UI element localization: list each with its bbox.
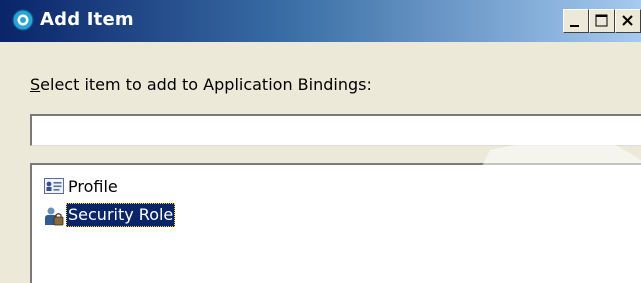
filter-input[interactable] <box>30 114 641 146</box>
eclipse-app-icon <box>12 9 34 31</box>
title-bar[interactable]: Add Item <box>0 0 641 42</box>
security-role-icon <box>45 207 64 226</box>
item-label: Security Role <box>66 203 176 227</box>
add-item-dialog: Add Item Select item to add to Applicati… <box>0 0 641 283</box>
minimize-icon <box>570 25 579 27</box>
close-button[interactable] <box>615 9 641 33</box>
maximize-icon <box>595 14 608 27</box>
prompt-text: elect item to add to Application Binding… <box>40 75 372 94</box>
prompt-mnemonic: S <box>30 75 41 94</box>
window-title: Add Item <box>40 9 134 30</box>
maximize-button[interactable] <box>589 9 615 33</box>
item-label: Profile <box>68 177 118 196</box>
item-list[interactable]: Profile Security Role <box>30 163 641 283</box>
close-icon <box>622 15 633 26</box>
prompt-label: Select item to add to Application Bindin… <box>30 74 372 96</box>
profile-card-icon <box>44 178 64 194</box>
minimize-button[interactable] <box>563 9 589 33</box>
